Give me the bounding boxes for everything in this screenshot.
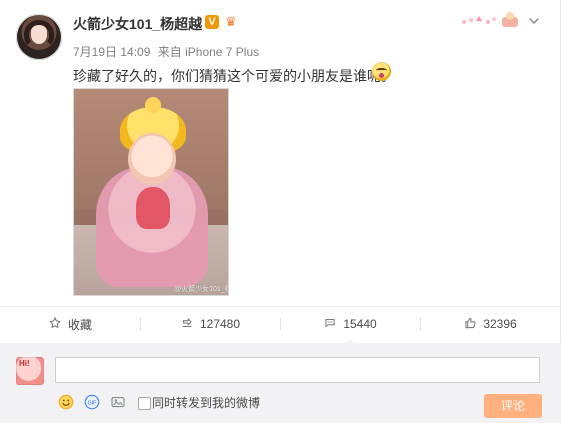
decorative-stickers-icon [462,12,518,27]
thumbs-up-icon [463,316,477,333]
my-avatar-text: Hi! [19,359,30,368]
author-name[interactable]: 火箭少女101_杨超越 [73,14,202,34]
gif-icon[interactable]: GIF [82,392,102,412]
star-icon [48,316,62,333]
blush-emoji-icon [372,62,391,81]
emoji-icon[interactable] [56,392,76,412]
emoji-mouth [379,73,384,78]
image-icon[interactable] [108,392,128,412]
also-repost-checkbox[interactable] [138,397,151,410]
photo-bib [136,187,170,229]
verified-badge-icon: V [205,15,219,29]
post-actions: 收藏 127480 15440 32396 [0,307,561,341]
crown-icon: ♛ [225,14,237,29]
photo-watermark: @火箭少女101_杨超越 [174,286,228,293]
also-repost-label[interactable]: 同时转发到我的微博 [152,394,260,411]
comment-action[interactable]: 15440 [280,307,420,341]
like-action[interactable]: 32396 [420,307,560,341]
like-count: 32396 [483,317,517,331]
share-icon [180,316,194,333]
favorite-action[interactable]: 收藏 [0,307,140,341]
weibo-post-card: 火箭少女101_杨超越 V ♛ 7月19日 14:09 来自 iPhone 7 … [0,0,561,423]
repost-action[interactable]: 127480 [140,307,280,341]
chevron-down-icon[interactable] [529,16,539,26]
photo-hat-pom [145,97,161,113]
comment-input[interactable] [55,357,540,383]
post-time[interactable]: 7月19日 14:09 [73,45,150,59]
post-from-prefix: 来自 [157,45,182,59]
repost-count: 127480 [199,317,241,331]
my-avatar[interactable]: Hi! [16,357,44,385]
photo-baby-head [128,133,176,185]
post-device[interactable]: iPhone 7 Plus [185,45,259,59]
comment-submit-button[interactable]: 评论 [484,394,542,418]
svg-text:GIF: GIF [88,400,97,406]
comment-count: 15440 [343,317,377,331]
author-avatar[interactable] [16,14,62,60]
favorite-label: 收藏 [67,317,92,332]
comment-icon [323,316,337,333]
post-meta: 7月19日 14:09 来自 iPhone 7 Plus [73,43,259,60]
avatar-face [31,26,47,44]
post-photo[interactable]: @火箭少女101_杨超越 [73,88,229,296]
post-text: 珍藏了好久的，你们猜猜这个可爱的小朋友是谁呢。 [73,68,395,84]
